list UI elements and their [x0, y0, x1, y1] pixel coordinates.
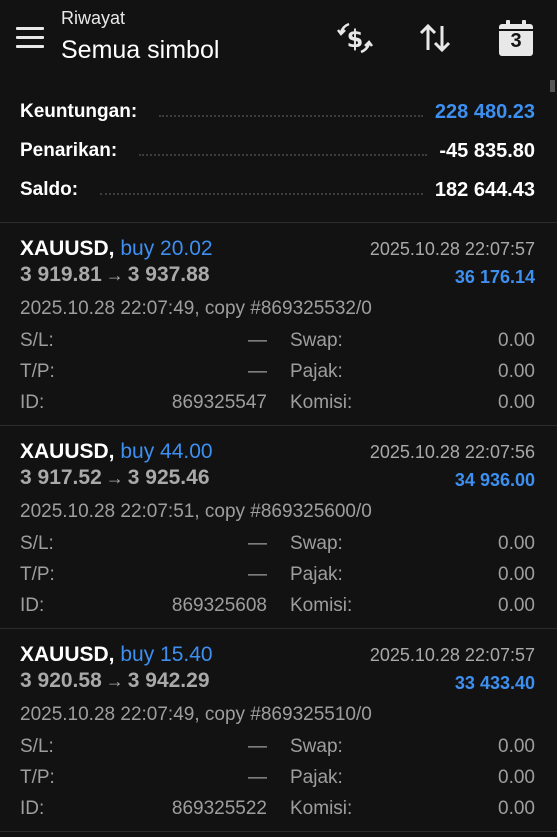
tp-label: T/P: [20, 361, 55, 382]
sl-value: — [248, 330, 267, 351]
trade-profit: 34 936.00 [454, 470, 535, 490]
trade-symbol-line: XAUUSD, buy 15.40 [20, 643, 213, 667]
balance-value: 182 644.43 [434, 178, 535, 201]
divider [0, 831, 557, 832]
commission-value: 0.00 [498, 392, 535, 413]
trade-prices: 3 920.58 → 3 942.29 [20, 669, 210, 693]
close-price: 3 942.29 [127, 669, 210, 692]
trade-symbol-line: XAUUSD, buy 20.02 [20, 237, 213, 261]
open-price: 3 919.81 [20, 263, 102, 286]
id-label: ID: [20, 595, 45, 616]
trade-prices: 3 919.81 → 3 937.88 [20, 263, 210, 287]
trade-symbol-line: XAUUSD, buy 44.00 [20, 440, 213, 464]
commission-value: 0.00 [498, 595, 535, 616]
dotted-leader [159, 115, 423, 117]
balance-label: Saldo: [20, 179, 79, 200]
sl-value: — [248, 736, 267, 757]
open-price: 3 920.58 [20, 669, 102, 692]
tp-label: T/P: [20, 564, 55, 585]
summary-balance-row: Saldo: 182 644.43 [20, 172, 535, 208]
id-label: ID: [20, 798, 45, 819]
withdrawal-value: -45 835.80 [439, 139, 535, 162]
trade-close-time: 2025.10.28 22:07:56 [369, 442, 535, 462]
trade-side: buy 20.02 [120, 237, 213, 260]
id-value: 869325547 [171, 392, 267, 413]
arrow-right-icon: → [105, 468, 124, 488]
swap-label: Swap: [290, 736, 343, 757]
tax-label: Pajak: [290, 564, 343, 585]
trade-symbol: XAUUSD, [20, 440, 115, 463]
trade-side: buy 15.40 [120, 643, 213, 666]
summary-withdrawal-row: Penarikan: -45 835.80 [20, 133, 535, 169]
id-value: 869325522 [171, 798, 267, 819]
trade-symbol: XAUUSD, [20, 643, 115, 666]
tax-label: Pajak: [290, 361, 343, 382]
close-price: 3 937.88 [127, 263, 210, 286]
header-title[interactable]: Semua simbol [61, 36, 219, 65]
open-price: 3 917.52 [20, 466, 102, 489]
tp-value: — [248, 564, 267, 585]
sort-icon[interactable] [416, 18, 456, 58]
trade-profit: 36 176.14 [454, 267, 535, 287]
trade-symbol: XAUUSD, [20, 237, 115, 260]
summary-profit-row: Keuntungan: 228 480.23 [20, 94, 535, 130]
trade-item[interactable]: XAUUSD, buy 44.00 2025.10.28 22:07:56 3 … [0, 426, 557, 628]
svg-text:$: $ [347, 25, 364, 53]
tax-value: 0.00 [498, 564, 535, 585]
trade-comment: 2025.10.28 22:07:49, copy #869325532/0 [20, 298, 372, 319]
tp-value: — [248, 767, 267, 788]
withdrawal-label: Penarikan: [20, 140, 118, 161]
tax-value: 0.00 [498, 767, 535, 788]
tax-value: 0.00 [498, 361, 535, 382]
calendar-icon[interactable]: 3 [496, 18, 536, 58]
swap-label: Swap: [290, 533, 343, 554]
trade-close-time: 2025.10.28 22:07:57 [369, 239, 535, 259]
id-value: 869325608 [171, 595, 267, 616]
app-header: Riwayat Semua simbol $ 3 [0, 0, 557, 80]
dotted-leader [100, 193, 423, 195]
sl-label: S/L: [20, 330, 54, 351]
tp-label: T/P: [20, 767, 55, 788]
trade-side: buy 44.00 [120, 440, 213, 463]
dollar-exchange-icon[interactable]: $ [335, 18, 375, 58]
trade-item[interactable]: XAUUSD, buy 20.02 2025.10.28 22:07:57 3 … [0, 223, 557, 425]
commission-value: 0.00 [498, 798, 535, 819]
commission-label: Komisi: [290, 595, 353, 616]
profit-label: Keuntungan: [20, 101, 138, 122]
swap-label: Swap: [290, 330, 343, 351]
trade-profit: 33 433.40 [454, 673, 535, 693]
commission-label: Komisi: [290, 798, 353, 819]
arrow-right-icon: → [105, 265, 124, 285]
arrow-right-icon: → [105, 671, 124, 691]
tp-value: — [248, 361, 267, 382]
summary-panel: Keuntungan: 228 480.23 Penarikan: -45 83… [0, 88, 557, 222]
close-price: 3 925.46 [127, 466, 210, 489]
sl-value: — [248, 533, 267, 554]
trade-comment: 2025.10.28 22:07:51, copy #869325600/0 [20, 501, 372, 522]
swap-value: 0.00 [498, 330, 535, 351]
trade-item[interactable]: XAUUSD, buy 15.40 2025.10.28 22:07:57 3 … [0, 629, 557, 831]
menu-icon[interactable] [16, 27, 44, 49]
trade-close-time: 2025.10.28 22:07:57 [369, 645, 535, 665]
calendar-day: 3 [510, 30, 522, 52]
sl-label: S/L: [20, 736, 54, 757]
header-subtitle: Riwayat [61, 8, 126, 28]
trade-prices: 3 917.52 → 3 925.46 [20, 466, 210, 490]
dotted-leader [139, 154, 428, 156]
trade-comment: 2025.10.28 22:07:49, copy #869325510/0 [20, 704, 372, 725]
commission-label: Komisi: [290, 392, 353, 413]
profit-value: 228 480.23 [434, 100, 535, 123]
sl-label: S/L: [20, 533, 54, 554]
swap-value: 0.00 [498, 533, 535, 554]
swap-value: 0.00 [498, 736, 535, 757]
tax-label: Pajak: [290, 767, 343, 788]
id-label: ID: [20, 392, 45, 413]
